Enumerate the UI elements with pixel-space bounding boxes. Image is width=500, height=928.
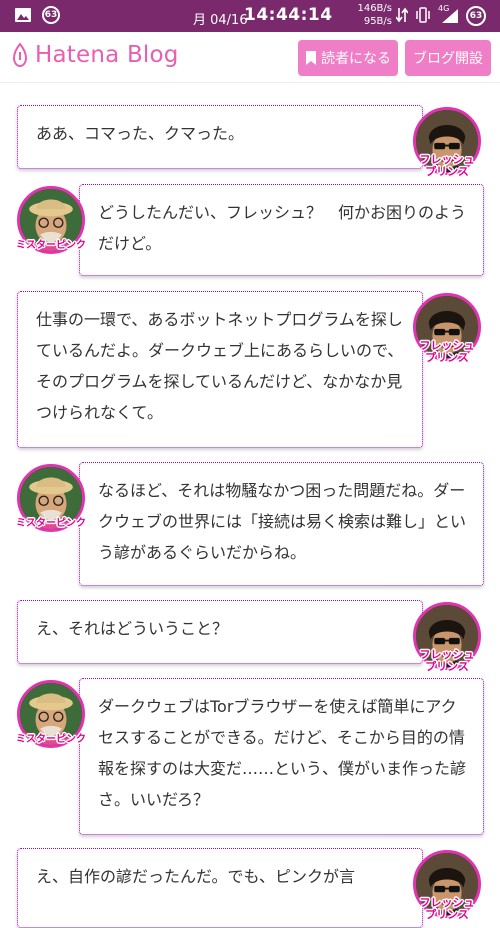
mister-pink-message: ダークウェブはTorブラウザーを使えば簡単にアクセスすることができる。だけど、そ… bbox=[79, 678, 484, 835]
image-notification-icon bbox=[15, 8, 31, 22]
fresh-prince-name-label: フレッシュ プリンス bbox=[419, 896, 475, 921]
notification-count-badge: 63 bbox=[42, 6, 60, 24]
vibrate-icon bbox=[416, 7, 430, 23]
pen-nib-icon bbox=[12, 43, 28, 67]
fresh-prince-name-label: フレッシュ プリンス bbox=[419, 648, 475, 673]
mister-pink-message: なるほど、それは物騒なかつ困った問題だね。ダークウェブの世界には「接続は易く検索… bbox=[79, 462, 484, 586]
bookmark-icon bbox=[306, 51, 316, 65]
network-speed: 146B/s 95B/s bbox=[352, 2, 392, 28]
data-transfer-icon bbox=[396, 7, 408, 23]
status-time: 14:44:14 bbox=[244, 5, 333, 25]
fresh-prince-name-label: フレッシュ プリンス bbox=[419, 153, 475, 178]
message-text: え、それはどういうこと？ bbox=[36, 619, 229, 638]
hatena-blog-logo[interactable]: Hatena Blog bbox=[12, 42, 179, 68]
logo-text: Hatena Blog bbox=[35, 42, 179, 68]
subscribe-label: 読者になる bbox=[321, 51, 391, 67]
mister-pink-message: どうしたんだい、フレッシュ？ 何かお困りのようだけど。 bbox=[79, 184, 484, 276]
message-text: 仕事の一環で、あるボットネットプログラムを探しているんだよ。ダークウェブ上にある… bbox=[36, 310, 404, 422]
fresh-prince-message: え、自作の諺だったんだ。でも、ピンクが言 bbox=[17, 848, 423, 928]
download-speed: 95B/s bbox=[363, 16, 392, 27]
fresh-prince-message: ああ、コマった、クマった。 bbox=[17, 105, 423, 169]
status-date: 月 04/16 bbox=[193, 13, 248, 28]
battery-icon: 63 bbox=[466, 6, 486, 26]
start-blog-label: ブログ開設 bbox=[413, 51, 483, 67]
mister-pink-name-label: ミスターピンク bbox=[16, 518, 86, 529]
mister-pink-name-label: ミスターピンク bbox=[16, 734, 86, 745]
mister-pink-name-label: ミスターピンク bbox=[16, 240, 86, 251]
message-text: どうしたんだい、フレッシュ？ 何かお困りのようだけど。 bbox=[98, 203, 467, 253]
fresh-prince-message: え、それはどういうこと？ bbox=[17, 600, 423, 664]
start-blog-button[interactable]: ブログ開設 bbox=[405, 40, 491, 76]
fresh-prince-message: 仕事の一環で、あるボットネットプログラムを探しているんだよ。ダークウェブ上にある… bbox=[17, 291, 423, 448]
app-header: Hatena Blog 読者になる ブログ開設 bbox=[0, 32, 500, 83]
message-text: ダークウェブはTorブラウザーを使えば簡単にアクセスすることができる。だけど、そ… bbox=[98, 697, 467, 809]
signal-icon: 4G bbox=[438, 4, 460, 24]
fresh-prince-name-label: フレッシュ プリンス bbox=[419, 339, 475, 364]
status-bar: 63 月 04/16 14:44:14 146B/s 95B/s 4G 63 bbox=[0, 0, 500, 32]
message-text: え、自作の諺だったんだ。でも、ピンクが言 bbox=[36, 867, 356, 886]
subscribe-button[interactable]: 読者になる bbox=[298, 40, 398, 76]
upload-speed: 146B/s bbox=[357, 3, 392, 14]
message-text: なるほど、それは物騒なかつ困った問題だね。ダークウェブの世界には「接続は易く検索… bbox=[98, 481, 467, 562]
message-text: ああ、コマった、クマった。 bbox=[36, 124, 245, 143]
